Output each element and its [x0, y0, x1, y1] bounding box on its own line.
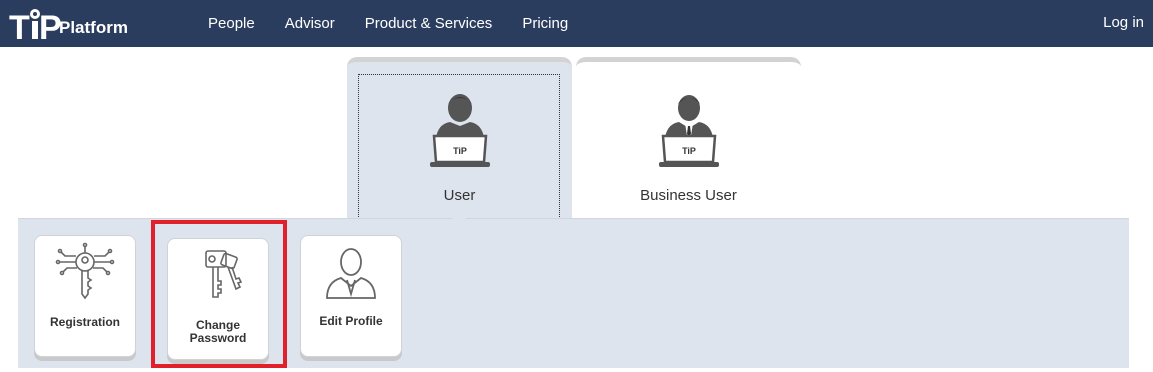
logo-mark: T P: [9, 6, 62, 47]
key-circuit-icon: [55, 242, 115, 300]
edit-profile-label: Edit Profile: [319, 314, 383, 328]
svg-text:P: P: [39, 9, 61, 44]
svg-text:T: T: [9, 9, 30, 44]
main-nav: People Advisor Product & Services Pricin…: [208, 0, 598, 47]
login-link[interactable]: Log in: [1103, 14, 1144, 31]
nav-advisor[interactable]: Advisor: [285, 15, 335, 32]
edit-profile-card[interactable]: Edit Profile: [300, 235, 402, 357]
nav-pricing[interactable]: Pricing: [522, 15, 568, 32]
change-password-label-line2: Password: [189, 331, 247, 345]
svg-text:TiP: TiP: [453, 146, 467, 156]
tip-platform-logo[interactable]: T P Platform: [9, 4, 128, 47]
tab-user[interactable]: TiP User: [347, 57, 572, 221]
user-actions-panel: Registration Change Password Edit Profil: [18, 218, 1129, 368]
tab-user-label: User: [443, 187, 476, 204]
change-password-label: Change Password: [172, 319, 264, 345]
business-user-laptop-icon: TiP: [658, 95, 719, 167]
svg-text:TiP: TiP: [682, 146, 696, 156]
person-icon: [326, 248, 376, 299]
change-password-card[interactable]: Change Password: [167, 238, 269, 360]
nav-product-services[interactable]: Product & Services: [365, 15, 493, 32]
registration-card[interactable]: Registration: [34, 235, 136, 357]
top-navbar: T P Platform People Advisor Product & Se…: [0, 0, 1153, 47]
logo-text: Platform: [59, 18, 128, 37]
user-laptop-icon: TiP: [429, 94, 490, 167]
tip-logo-icon: T P: [9, 9, 62, 47]
tab-business-user[interactable]: TiP Business User: [576, 57, 801, 219]
tab-business-user-label: Business User: [640, 187, 737, 204]
nav-people[interactable]: People: [208, 15, 255, 32]
keys-icon: [205, 250, 243, 298]
change-password-label-line1: Change: [195, 318, 240, 332]
registration-label: Registration: [49, 315, 120, 329]
active-tab-pointer: [451, 217, 467, 225]
